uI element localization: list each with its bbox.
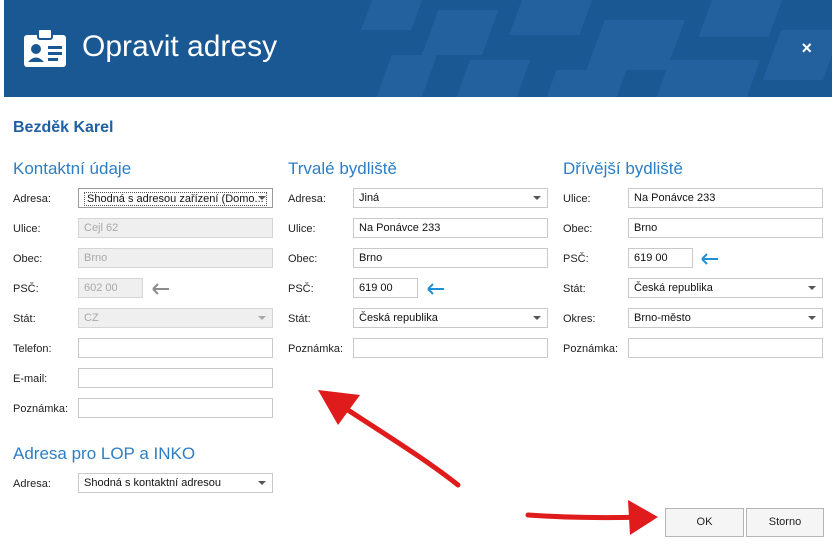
- contact-psc-label: PSČ:: [13, 283, 39, 295]
- contact-obec-label: Obec:: [13, 253, 43, 265]
- contact-stat-select[interactable]: CZ: [78, 308, 273, 328]
- previous-okres-label: Okres:: [563, 313, 596, 325]
- edit-addresses-dialog: Opravit adresy × Bezděk Karel Kontaktní …: [0, 0, 835, 547]
- lop-section-title: Adresa pro LOP a INKO: [13, 444, 196, 463]
- dialog-title: Opravit adresy: [82, 30, 278, 63]
- contact-email-label: E-mail:: [13, 373, 48, 385]
- permanent-psc-label: PSČ:: [288, 283, 314, 295]
- contact-poznamka-field[interactable]: [78, 398, 273, 418]
- dialog-header: Opravit adresy ×: [4, 0, 832, 97]
- previous-psc-label: PSČ:: [563, 253, 589, 265]
- permanent-ulice-label: Ulice:: [288, 223, 316, 235]
- contact-telefon-label: Telefon:: [13, 343, 52, 355]
- previous-poznamka-field[interactable]: [628, 338, 823, 358]
- permanent-obec-label: Obec:: [288, 253, 318, 265]
- contact-poznamka-label: Poznámka:: [13, 403, 69, 415]
- permanent-poznamka-field[interactable]: [353, 338, 548, 358]
- contact-adresa-label: Adresa:: [13, 193, 51, 205]
- previous-obec-field[interactable]: Brno: [628, 218, 823, 238]
- permanent-poznamka-label: Poznámka:: [288, 343, 344, 355]
- permanent-psc-field[interactable]: 619 00: [353, 278, 418, 298]
- close-button[interactable]: ×: [801, 38, 812, 59]
- contact-section-title: Kontaktní údaje: [13, 159, 132, 178]
- contact-obec-field[interactable]: Brno: [78, 248, 273, 268]
- lop-adresa-label: Adresa:: [13, 478, 51, 490]
- previous-poznamka-label: Poznámka:: [563, 343, 619, 355]
- permanent-section-title: Trvalé bydliště: [288, 159, 397, 178]
- permanent-ulice-field[interactable]: Na Ponávce 233: [353, 218, 548, 238]
- contact-adresa-select[interactable]: Shodná s adresou zařízení (Domo...: [78, 188, 273, 208]
- previous-stat-label: Stát:: [563, 283, 586, 295]
- previous-obec-label: Obec:: [563, 223, 593, 235]
- permanent-stat-select[interactable]: Česká republika: [353, 308, 548, 328]
- contact-ulice-field[interactable]: Cejl 62: [78, 218, 273, 238]
- contact-adresa-value: Shodná s adresou zařízení (Domo...: [84, 192, 267, 206]
- permanent-adresa-label: Adresa:: [288, 193, 326, 205]
- contact-psc-field[interactable]: 602 00: [78, 278, 143, 298]
- previous-section-title: Dřívější bydliště: [563, 159, 683, 178]
- previous-ulice-field[interactable]: Na Ponávce 233: [628, 188, 823, 208]
- permanent-obec-field[interactable]: Brno: [353, 248, 548, 268]
- person-name: Bezděk Karel: [13, 119, 114, 136]
- cancel-button[interactable]: Storno: [746, 508, 824, 537]
- previous-stat-select[interactable]: Česká republika: [628, 278, 823, 298]
- contact-ulice-label: Ulice:: [13, 223, 41, 235]
- annotation-arrow-to-ok: [525, 500, 658, 535]
- contact-telefon-field[interactable]: [78, 338, 273, 358]
- ok-button[interactable]: OK: [665, 508, 744, 537]
- previous-ulice-label: Ulice:: [563, 193, 591, 205]
- lop-adresa-select[interactable]: Shodná s kontaktní adresou: [78, 473, 273, 493]
- permanent-adresa-select[interactable]: Jiná: [353, 188, 548, 208]
- header-pattern: [361, 0, 832, 97]
- arrow-left-icon[interactable]: [152, 283, 170, 295]
- contact-card-icon: [24, 28, 66, 67]
- contact-email-field[interactable]: [78, 368, 273, 388]
- permanent-stat-label: Stát:: [288, 313, 311, 325]
- annotation-arrow-to-form: [318, 390, 461, 488]
- contact-stat-label: Stát:: [13, 313, 36, 325]
- arrow-left-icon[interactable]: [427, 283, 445, 295]
- arrow-left-icon[interactable]: [701, 253, 719, 265]
- previous-psc-field[interactable]: 619 00: [628, 248, 693, 268]
- previous-okres-select[interactable]: Brno-město: [628, 308, 823, 328]
